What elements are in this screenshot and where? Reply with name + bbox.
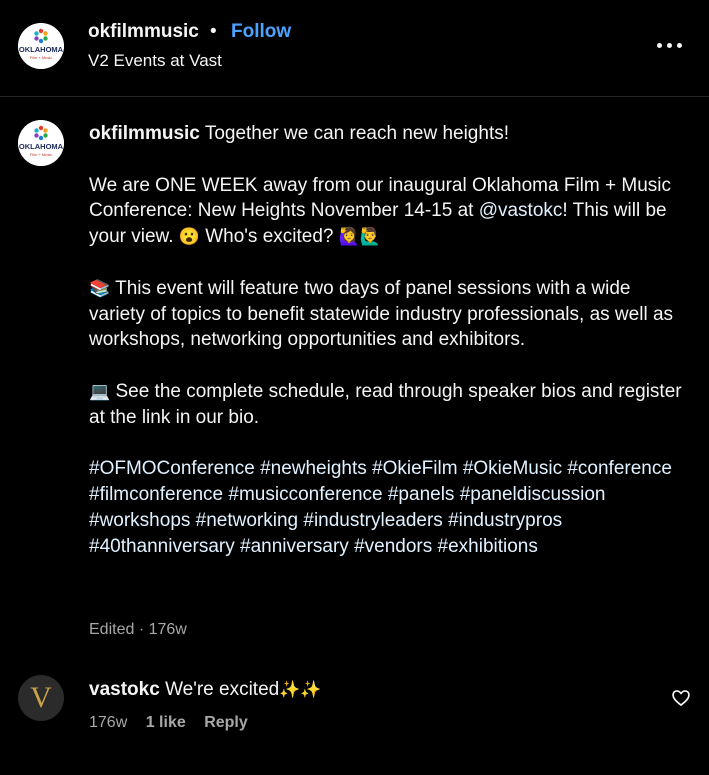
caption-avatar[interactable]: OKLAHOMA Film + Music bbox=[18, 120, 64, 166]
oklahoma-logo-icon: OKLAHOMA Film + Music bbox=[18, 23, 64, 69]
post-location[interactable]: V2 Events at Vast bbox=[88, 51, 222, 71]
comment-meta: 176w 1 like Reply bbox=[89, 714, 262, 732]
caption-paragraph-4: 💻 See the complete schedule, read throug… bbox=[89, 380, 682, 428]
comment-time: 176w bbox=[89, 714, 128, 731]
caption-paragraph-3: 📚 This event will feature two days of pa… bbox=[89, 277, 674, 351]
comment: vastokc We're excited✨✨ bbox=[89, 679, 322, 701]
caption-first-line: okfilmmusic Together we can reach new he… bbox=[89, 121, 689, 147]
comment-body: We're excited bbox=[165, 679, 280, 700]
surprised-emoji-icon: 😮 bbox=[178, 227, 200, 247]
caption-line1: Together we can reach new heights! bbox=[204, 123, 509, 144]
follow-button[interactable]: Follow bbox=[231, 21, 291, 43]
hashtags[interactable]: #OFMOConference #newheights #OkieFilm #O… bbox=[89, 456, 689, 559]
svg-text:Film + Music: Film + Music bbox=[30, 55, 53, 60]
commenter-username[interactable]: vastokc bbox=[89, 679, 160, 700]
more-options-icon[interactable] bbox=[655, 35, 685, 55]
oklahoma-logo-icon: OKLAHOMA Film + Music bbox=[18, 120, 64, 166]
caption-meta: Edited · 176w bbox=[89, 621, 187, 638]
books-emoji-icon: 📚 bbox=[89, 278, 111, 298]
comment-likes[interactable]: 1 like bbox=[146, 714, 186, 731]
post-header: OKLAHOMA Film + Music okfilmmusic • Foll… bbox=[0, 0, 709, 97]
caption-username[interactable]: okfilmmusic bbox=[89, 123, 200, 144]
svg-text:OKLAHOMA: OKLAHOMA bbox=[19, 45, 64, 54]
post-caption: okfilmmusic Together we can reach new he… bbox=[89, 121, 689, 560]
caption-paragraph-2: We are ONE WEEK away from our inaugural … bbox=[89, 174, 671, 248]
svg-text:OKLAHOMA: OKLAHOMA bbox=[19, 142, 64, 151]
separator-dot: • bbox=[210, 21, 217, 42]
sparkles-emoji-icon: ✨✨ bbox=[279, 680, 322, 699]
svg-text:Film + Music: Film + Music bbox=[30, 152, 53, 157]
raising-hand-emoji-icon: 🙋‍♀️🙋‍♂️ bbox=[338, 227, 382, 247]
heart-outline-icon[interactable] bbox=[671, 688, 691, 708]
profile-avatar[interactable]: OKLAHOMA Film + Music bbox=[18, 23, 64, 69]
reply-button[interactable]: Reply bbox=[204, 714, 248, 731]
mention-link[interactable]: @vastokc bbox=[479, 200, 563, 221]
avatar-letter: V bbox=[30, 681, 52, 714]
laptop-emoji-icon: 💻 bbox=[89, 381, 111, 401]
commenter-avatar[interactable]: V bbox=[18, 675, 64, 721]
post-author-username[interactable]: okfilmmusic bbox=[88, 21, 199, 43]
